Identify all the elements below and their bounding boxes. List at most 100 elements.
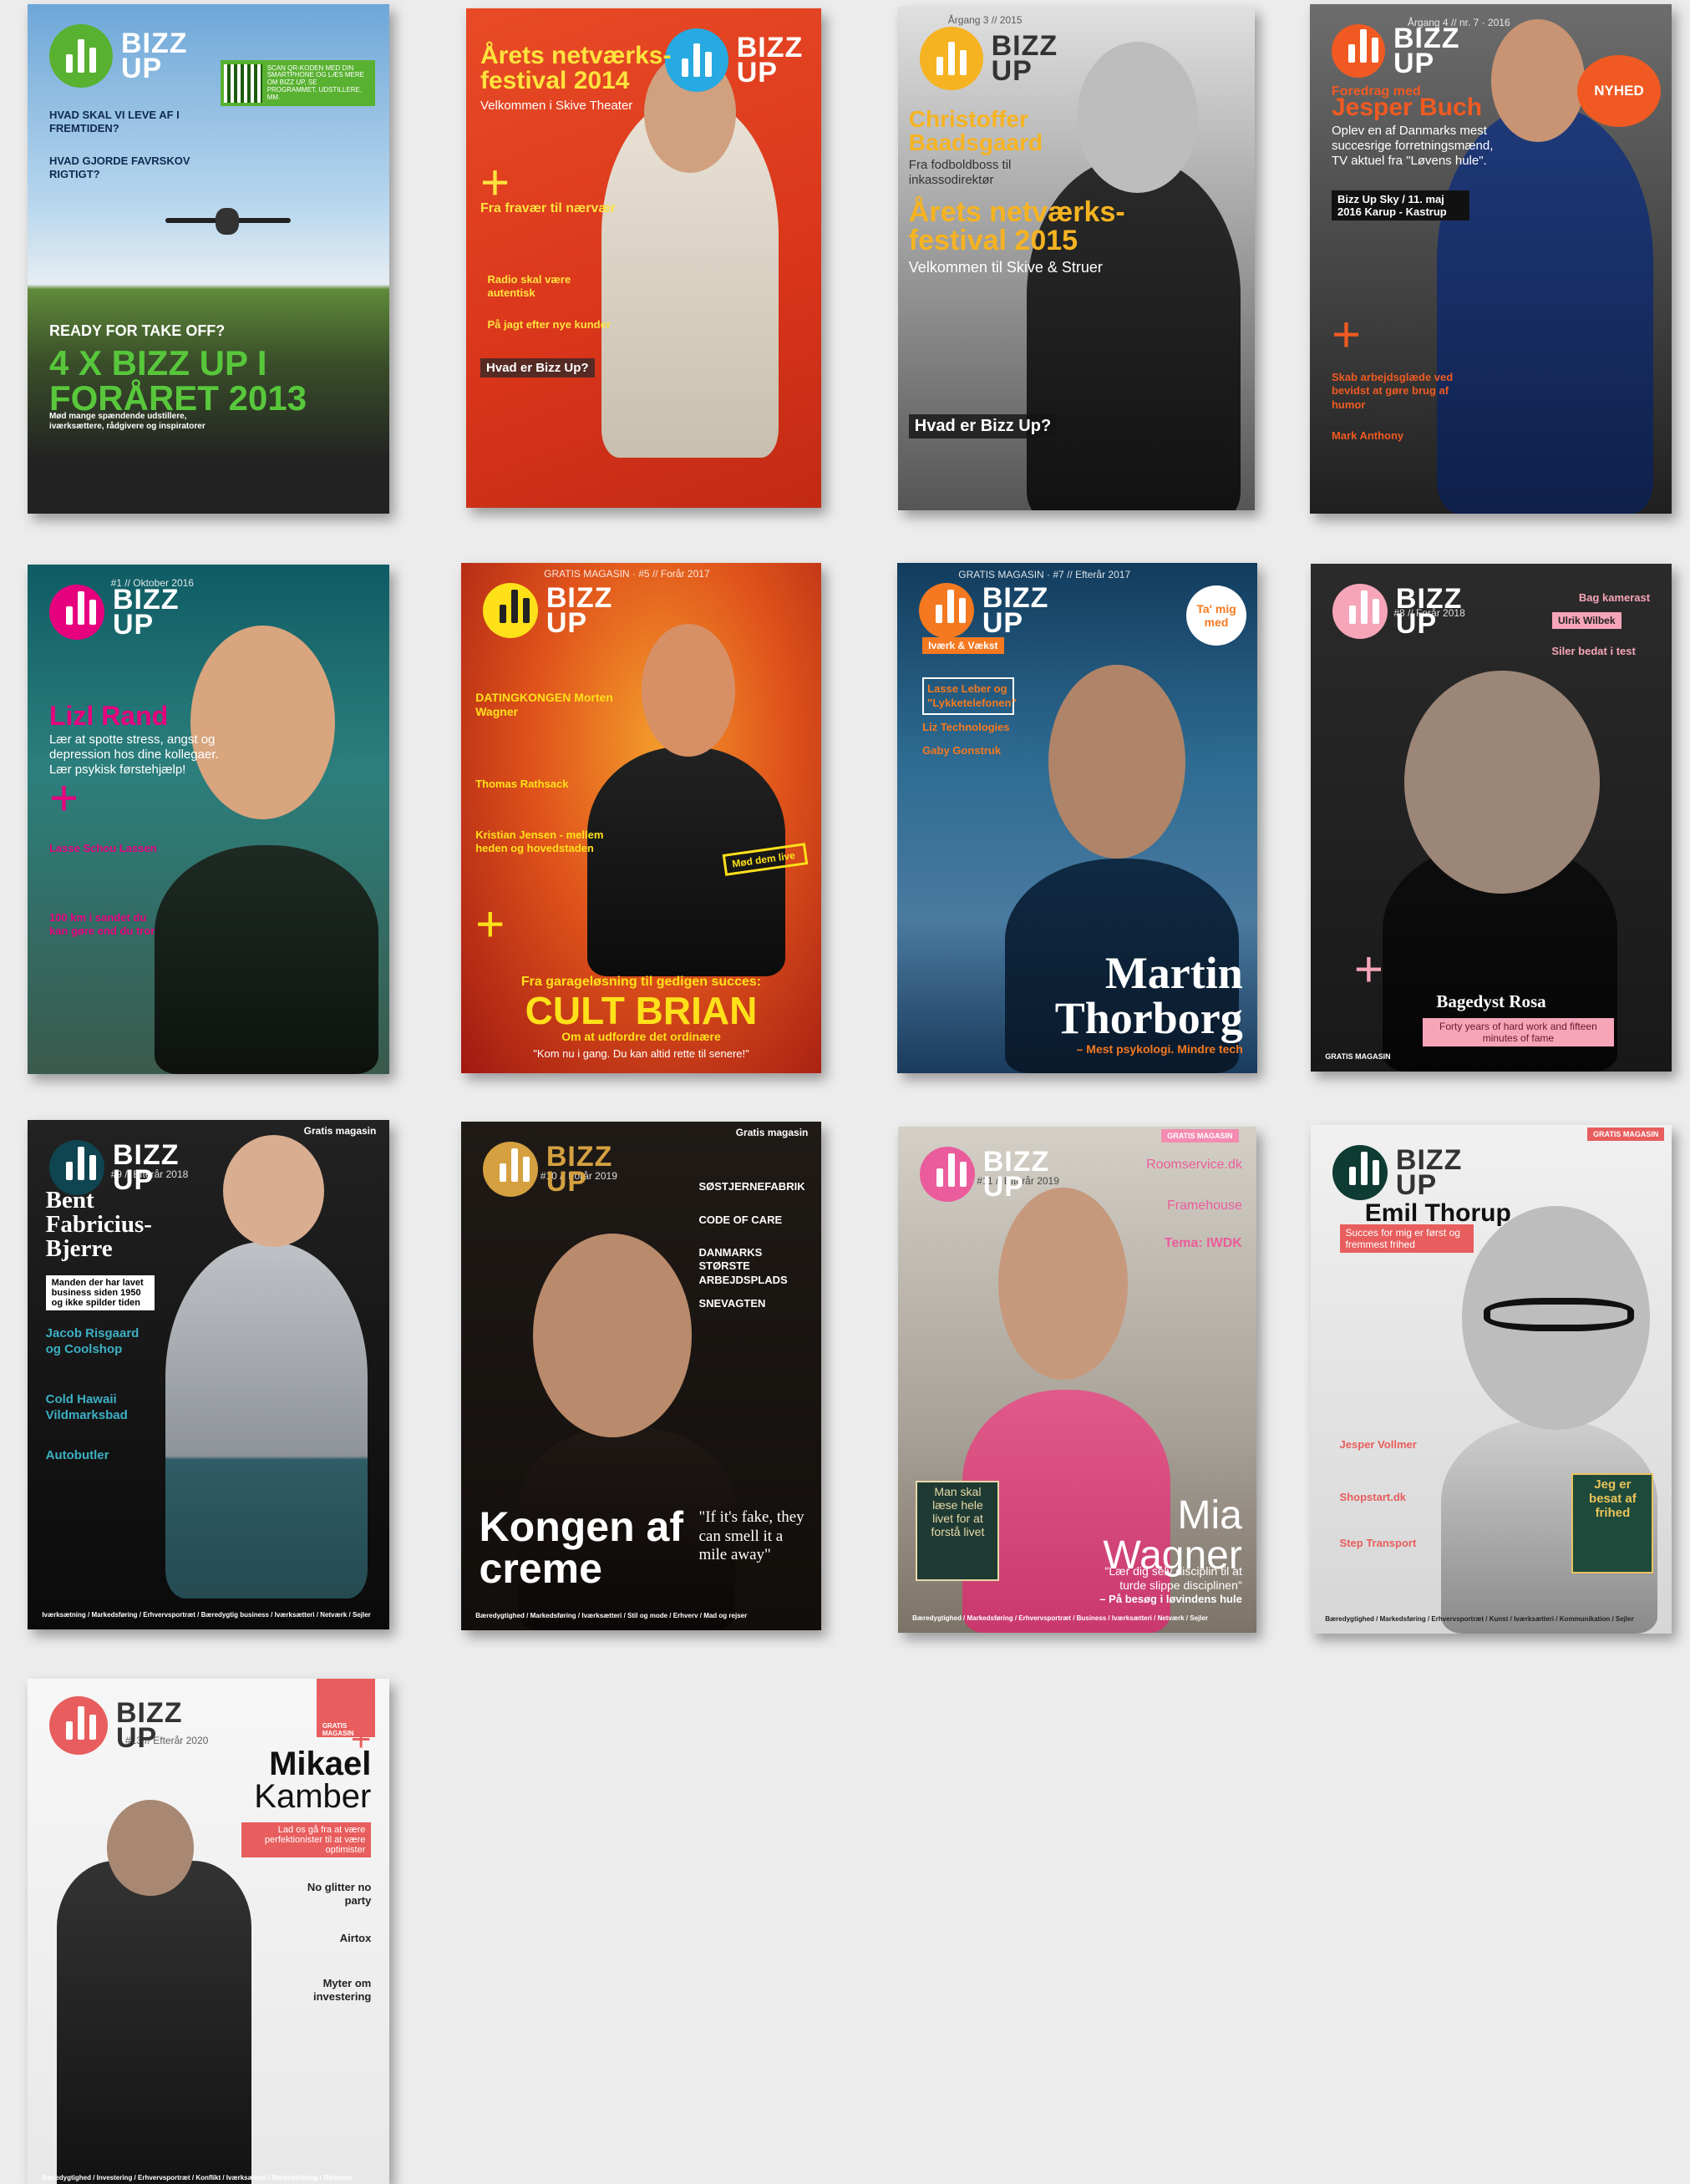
cover-headline: Årets netværks-festival 2014 [480, 41, 672, 94]
coverline: Liz Technologies [922, 721, 1010, 734]
magazine-cover-cult-brian[interactable]: GRATIS MAGASIN · #5 // Forår 2017 BIZZ U… [461, 563, 821, 1073]
cover-headline: Martin Thorborg [1054, 948, 1243, 1044]
coverline: Ulrik Wilbek [1551, 611, 1621, 629]
coverline: Bag kamerast [1578, 591, 1651, 605]
coverline: Tema: IWDK [1164, 1236, 1242, 1251]
coverline: No glitter no party [307, 1881, 372, 1908]
cover-quote: "If it's fake, they can smell it a mile … [698, 1508, 804, 1564]
magazine-cover-lizl-rand[interactable]: #1 // Oktober 2016 BIZZ UP Lizl Rand Lær… [28, 565, 389, 1074]
coverline: Step Transport [1339, 1537, 1417, 1550]
info-box: Hvad er Bizz Up? [908, 414, 1058, 439]
coverline: Mark Anthony [1331, 429, 1404, 443]
plus-icon: + [1331, 307, 1362, 362]
cover-footer: Bæredygtighed / Investering / Erhvervspo… [42, 2173, 353, 2181]
glasses-icon [1484, 1298, 1635, 1332]
coverline: Kristian Jensen - mellem heden og hoveds… [475, 828, 604, 854]
plus-icon: + [1353, 941, 1383, 997]
coverline: DANMARKS STØRSTE ARBEJDSPLADS [698, 1246, 788, 1286]
bizz-up-logo: BIZZ UP [482, 1142, 613, 1198]
issue-label: GRATIS MAGASIN · #5 // Forår 2017 [544, 568, 710, 580]
coverline: På jagt efter nye kunder [487, 317, 611, 331]
magazine-cover-2016[interactable]: Årgang 4 // nr. 7 · 2016 BIZZ UP NYHED F… [1310, 4, 1672, 514]
coverline: Lasse Schou Lassen [48, 842, 157, 855]
cover-headline: Jesper Buch [1331, 93, 1483, 121]
kicker: READY FOR TAKE OFF? [48, 322, 226, 340]
cover-headline: Emil Thorup [1364, 1199, 1511, 1228]
coverline: Jacob Risgaard og Coolshop [45, 1326, 140, 1356]
coverline: Autobutler [45, 1448, 109, 1463]
magazine-cover-bagedyst-rosa[interactable]: #8 // Forår 2018 BIZZ UP Bag kamerast Ul… [1311, 564, 1672, 1072]
coverline: Skab arbejdsglæde ved bevidst at gøre br… [1331, 371, 1454, 411]
coverline: Thomas Rathsack [475, 777, 569, 790]
bizz-up-logo: BIZZ UP [919, 27, 1058, 91]
coverline: Myter om investering [313, 1976, 372, 2004]
magazine-cover-mia-wagner[interactable]: GRATIS MAGASIN #11 // Efterår 2019 BIZZ … [898, 1127, 1256, 1633]
info-box: Hvad er Bizz Up? [480, 357, 595, 378]
magazine-cover-mikael-kamber[interactable]: GRATIS MAGASIN #13 // Efterår 2020 BIZZ … [28, 1679, 389, 2184]
cover-headline: CULT BRIAN [525, 989, 758, 1033]
cover-headline: 4 X BIZZ UP I FORÅRET 2013 [48, 342, 307, 418]
coverline: Siler bedat i test [1551, 645, 1636, 658]
cover-footer: Iværksætning / Markedsføring / Erhvervsp… [42, 1610, 371, 1619]
sticker: Ta' mig med [1186, 585, 1247, 646]
coverline: Roomservice.dk [1146, 1158, 1242, 1173]
cover-footer: Bæredygtighed / Markedsføring / Erhvervs… [912, 1614, 1209, 1622]
cover-person-name: Christoffer Baadsgaard [908, 105, 1043, 155]
cover-headline: Årets netværks-festival 2015 [908, 196, 1125, 257]
quote-box: Man skal læse hele livet for at forstå l… [916, 1481, 1000, 1582]
magazine-cover-2014[interactable]: BIZZ UP Årets netværks-festival 2014 Vel… [466, 8, 821, 508]
magazine-cover-bent-fabricius-bjerre[interactable]: Gratis magasin #9 // Efterår 2018 BIZZ U… [28, 1120, 389, 1629]
cover-headline-first: Mikael [269, 1745, 372, 1782]
cover-subtitle: Velkommen til Skive & Struer [908, 258, 1103, 276]
cover-subtitle: Mød mange spændende udstillere, iværksæt… [48, 412, 206, 431]
nyhed-badge: NYHED [1577, 55, 1662, 127]
cover-footer: Bæredygtighed / Markedsføring / Erhvervs… [1325, 1614, 1634, 1623]
cover-subtitle: – Mest psykologi. Mindre tech [1076, 1042, 1243, 1057]
coverline: Jesper Vollmer [1339, 1437, 1417, 1451]
coverline: SNEVAGTEN [698, 1297, 766, 1310]
event-label: Bizz Up Sky / 11. maj 2016 Karup - Kastr… [1331, 190, 1469, 220]
gratis-tag: GRATIS MAGASIN [1587, 1127, 1665, 1142]
bizz-up-logo: BIZZ UP [48, 24, 188, 89]
gratis-tag: GRATIS MAGASIN [1161, 1129, 1239, 1143]
coverline: CODE OF CARE [698, 1213, 783, 1226]
coverline: Radio skal være autentisk [487, 272, 571, 300]
issue-label: Årgang 3 // 2015 [947, 14, 1023, 27]
coverline: Framehouse [1167, 1198, 1242, 1213]
gratis-tag: Gratis magasin [735, 1127, 809, 1139]
magazine-cover-2013[interactable]: BIZZ UP SCAN QR-KODEN MED DIN SMARTPHONE… [28, 4, 389, 514]
coverline: Lasse Leber og "Lykketelefonen" [922, 677, 1017, 715]
magazine-cover-emil-thorup[interactable]: GRATIS MAGASIN BIZZ UP Emil Thorup Succe… [1311, 1125, 1672, 1634]
bizz-up-logo: BIZZ UP [1332, 1145, 1463, 1201]
cover-headline: Bagedyst Rosa [1436, 991, 1546, 1011]
gratis-tag: Gratis magasin [303, 1125, 377, 1138]
issue-label: GRATIS MAGASIN · #7 // Efterår 2017 [958, 569, 1131, 581]
cover-footer: Bæredygtighed / Markedsføring / Iværksæt… [475, 1611, 748, 1619]
kicker: Fra garageløsning til gedigen succes: [520, 974, 762, 989]
coverline: DATINGKONGEN Morten Wagner [475, 690, 613, 719]
cover-headline-last: Kamber [254, 1778, 372, 1815]
magazine-cover-martin-thorborg[interactable]: GRATIS MAGASIN · #7 // Efterår 2017 BIZZ… [897, 563, 1257, 1073]
coverline: Cold Hawaii Vildmarksbad [45, 1392, 128, 1423]
magazine-cover-2015[interactable]: Årgang 3 // 2015 BIZZ UP Christoffer Baa… [898, 7, 1255, 510]
cover-subtitle: Forty years of hard work and fifteen min… [1422, 1018, 1614, 1047]
coverline: Shopstart.dk [1339, 1491, 1407, 1504]
coverline: Fra fravær til nærvær [480, 201, 616, 216]
cover-subtitle: Velkommen i Skive Theater [480, 98, 633, 113]
cover-subtitle: Lad os gå fra at være perfektionister ti… [241, 1822, 372, 1858]
cover-person-subtitle: Fra fodboldboss til inkassodirektør [908, 157, 1012, 187]
cover-quote: "Kom nu i gang. Du kan altid rette til s… [533, 1047, 749, 1061]
bizz-up-logo: BIZZ UP [482, 583, 613, 639]
coverline: Airtox [339, 1931, 372, 1944]
magazine-cover-kongen-af-creme[interactable]: Gratis magasin #10 // Forår 2019 BIZZ UP… [461, 1122, 821, 1630]
coverline: HVAD GJORDE FAVRSKOV RIGTIGT? [48, 154, 190, 181]
cover-subtitle: Succes for mig er først og fremmest frih… [1339, 1224, 1474, 1253]
cover-quote: "Lær dig selv disciplin til at turde sli… [1104, 1564, 1242, 1592]
cover-headline: Kongen af creme [479, 1502, 683, 1592]
bizz-up-logo: BIZZ UP [918, 583, 1049, 639]
bizz-up-logo: BIZZ UP [48, 585, 180, 641]
coverline: 100 km i sandet du kan gøre end du tror [48, 910, 155, 938]
bizz-up-logo: BIZZ UP [1332, 584, 1463, 640]
bizz-up-logo: BIZZ UP [919, 1147, 1050, 1203]
cover-headline: Lizl Rand [48, 700, 169, 731]
